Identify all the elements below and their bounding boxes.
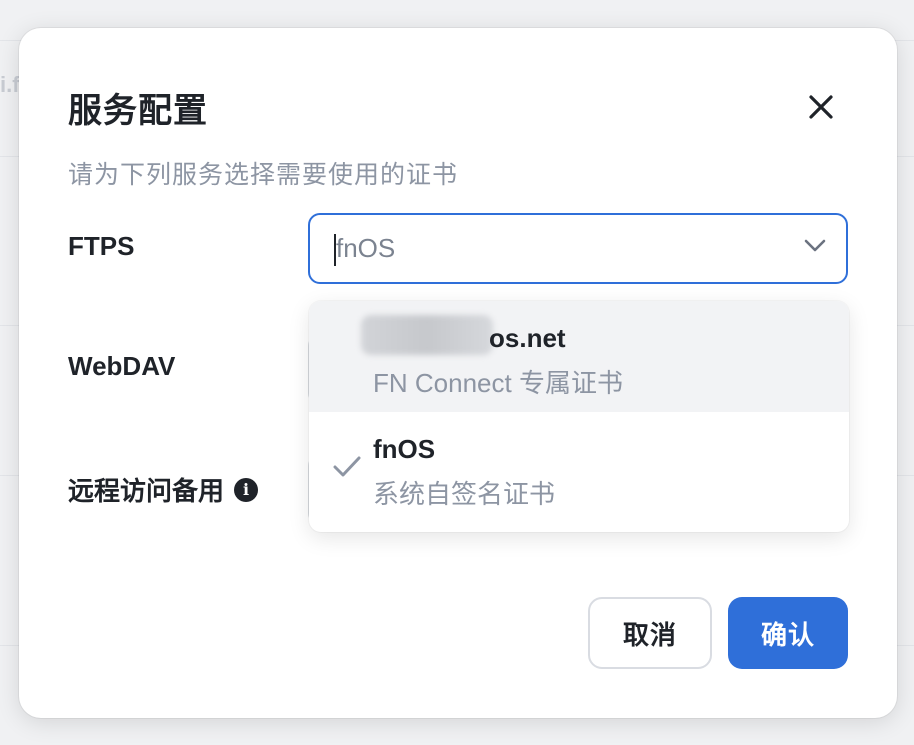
webdav-label: WebDAV <box>68 351 175 382</box>
chevron-down-icon <box>804 239 826 252</box>
option-name: os.net <box>489 323 566 353</box>
dropdown-option-fn-connect[interactable]: os.net FN Connect 专属证书 <box>309 301 849 412</box>
redacted-domain <box>361 315 493 355</box>
dialog-title: 服务配置 <box>68 92 208 130</box>
remote-access-label-text: 远程访问备用 <box>68 476 225 506</box>
ftps-label-text: FTPS <box>68 231 135 261</box>
option-name: fnOS <box>373 434 436 464</box>
webdav-label-text: WebDAV <box>68 351 176 381</box>
option-desc: 系统自签名证书 <box>373 479 556 509</box>
cancel-button[interactable]: 取消 <box>588 597 712 669</box>
close-button[interactable] <box>802 88 840 126</box>
info-icon[interactable]: i <box>234 477 259 502</box>
remote-access-label: 远程访问备用 i <box>68 471 259 508</box>
ftps-cert-select[interactable]: fnOS <box>308 213 848 284</box>
ftps-label: FTPS <box>68 231 134 262</box>
bg-text-fragment: i.f <box>0 72 20 97</box>
cert-dropdown-menu: os.net FN Connect 专属证书 fnOS 系统自签名证书 <box>309 301 849 532</box>
dropdown-option-fnos[interactable]: fnOS 系统自签名证书 <box>309 412 849 523</box>
confirm-button[interactable]: 确认 <box>728 597 848 669</box>
option-desc: FN Connect 专属证书 <box>373 368 623 398</box>
service-config-dialog: 服务配置 请为下列服务选择需要使用的证书 FTPS fnOS WebDAV 远程… <box>19 28 897 718</box>
dialog-subtitle: 请为下列服务选择需要使用的证书 <box>68 161 459 189</box>
close-icon[interactable] <box>808 94 834 120</box>
check-icon <box>333 456 361 477</box>
ftps-select-value: fnOS <box>336 233 396 263</box>
